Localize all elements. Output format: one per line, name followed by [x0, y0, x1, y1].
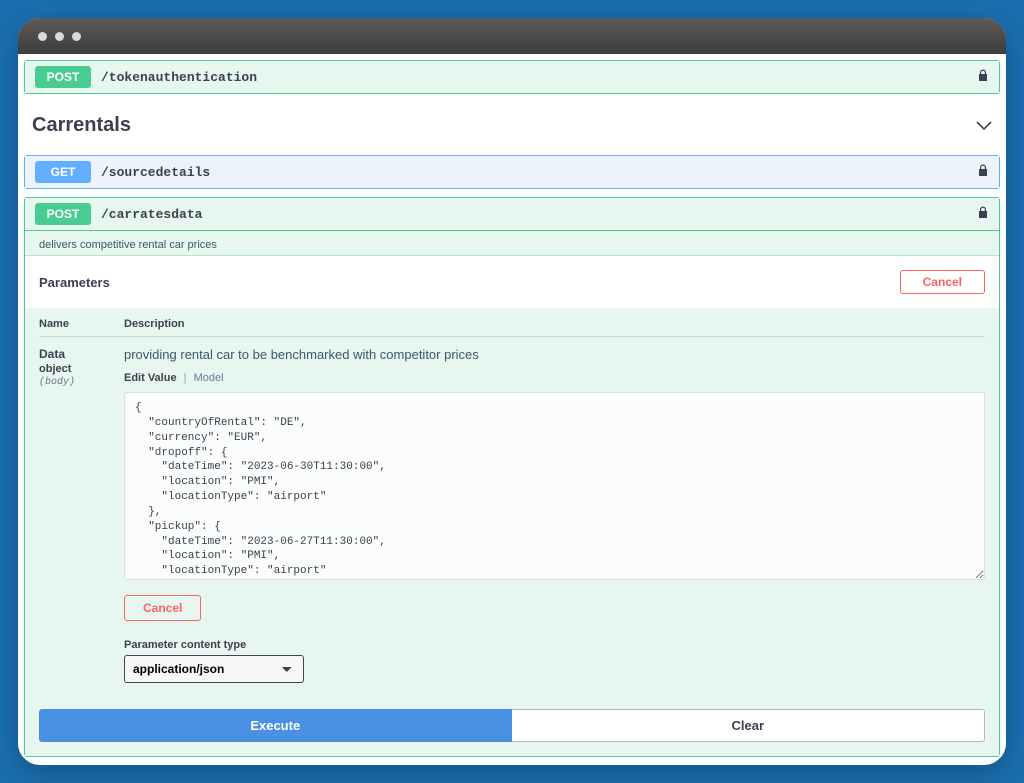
- chevron-down-icon: [976, 118, 992, 134]
- parameters-table: Name Description Data object (body) prov…: [25, 308, 999, 701]
- content-area: POST /tokenauthentication Carrentals GET…: [18, 60, 1006, 757]
- lock-icon[interactable]: [977, 69, 989, 86]
- param-meta: Data object (body): [39, 347, 124, 683]
- col-name: Name: [39, 318, 124, 330]
- operation-header[interactable]: POST /tokenauthentication: [25, 61, 999, 93]
- lock-icon[interactable]: [977, 206, 989, 223]
- operation-tokenauthentication: POST /tokenauthentication: [24, 60, 1000, 94]
- titlebar: [18, 18, 1006, 54]
- operation-summary: delivers competitive rental car prices: [25, 231, 999, 256]
- method-badge-post: POST: [35, 203, 91, 225]
- content-type-select[interactable]: application/json: [124, 655, 304, 683]
- operation-path: /sourcedetails: [101, 165, 210, 180]
- model-tab[interactable]: Model: [194, 372, 224, 384]
- edit-value-tab[interactable]: Edit Value: [124, 372, 177, 384]
- window-dot: [55, 32, 64, 41]
- param-name: Data: [39, 347, 124, 361]
- operation-path: /carratesdata: [101, 207, 202, 222]
- method-badge-get: GET: [35, 161, 91, 183]
- cancel-edit-button[interactable]: Cancel: [124, 595, 201, 621]
- window-dot: [38, 32, 47, 41]
- lock-icon[interactable]: [977, 164, 989, 181]
- col-description: Description: [124, 318, 985, 330]
- execute-row: Execute Clear: [25, 701, 999, 756]
- operation-header[interactable]: GET /sourcedetails: [25, 156, 999, 188]
- separator: |: [180, 372, 191, 384]
- content-type-label: Parameter content type: [124, 639, 985, 651]
- table-row: Data object (body) providing rental car …: [39, 337, 985, 683]
- clear-button[interactable]: Clear: [512, 709, 986, 742]
- method-badge-post: POST: [35, 66, 91, 88]
- tag-title: Carrentals: [32, 114, 131, 137]
- param-location: (body): [39, 377, 124, 388]
- param-description-cell: providing rental car to be benchmarked w…: [124, 347, 985, 683]
- tag-carrentals[interactable]: Carrentals: [18, 102, 1006, 149]
- param-description: providing rental car to be benchmarked w…: [124, 347, 985, 362]
- window-dot: [72, 32, 81, 41]
- operation-sourcedetails: GET /sourcedetails: [24, 155, 1000, 189]
- param-type: object: [39, 363, 124, 375]
- app-window: POST /tokenauthentication Carrentals GET…: [18, 18, 1006, 765]
- param-value-toggle: Edit Value | Model: [124, 372, 985, 384]
- parameters-title: Parameters: [39, 275, 110, 290]
- parameters-header: Parameters Cancel: [25, 256, 999, 308]
- operation-carratesdata: POST /carratesdata delivers competitive …: [24, 197, 1000, 757]
- request-body-input[interactable]: [124, 392, 985, 580]
- operation-body: delivers competitive rental car prices P…: [25, 230, 999, 756]
- execute-button[interactable]: Execute: [39, 709, 512, 742]
- cancel-tryout-button[interactable]: Cancel: [900, 270, 985, 294]
- operation-path: /tokenauthentication: [101, 70, 257, 85]
- operation-header[interactable]: POST /carratesdata: [25, 198, 999, 230]
